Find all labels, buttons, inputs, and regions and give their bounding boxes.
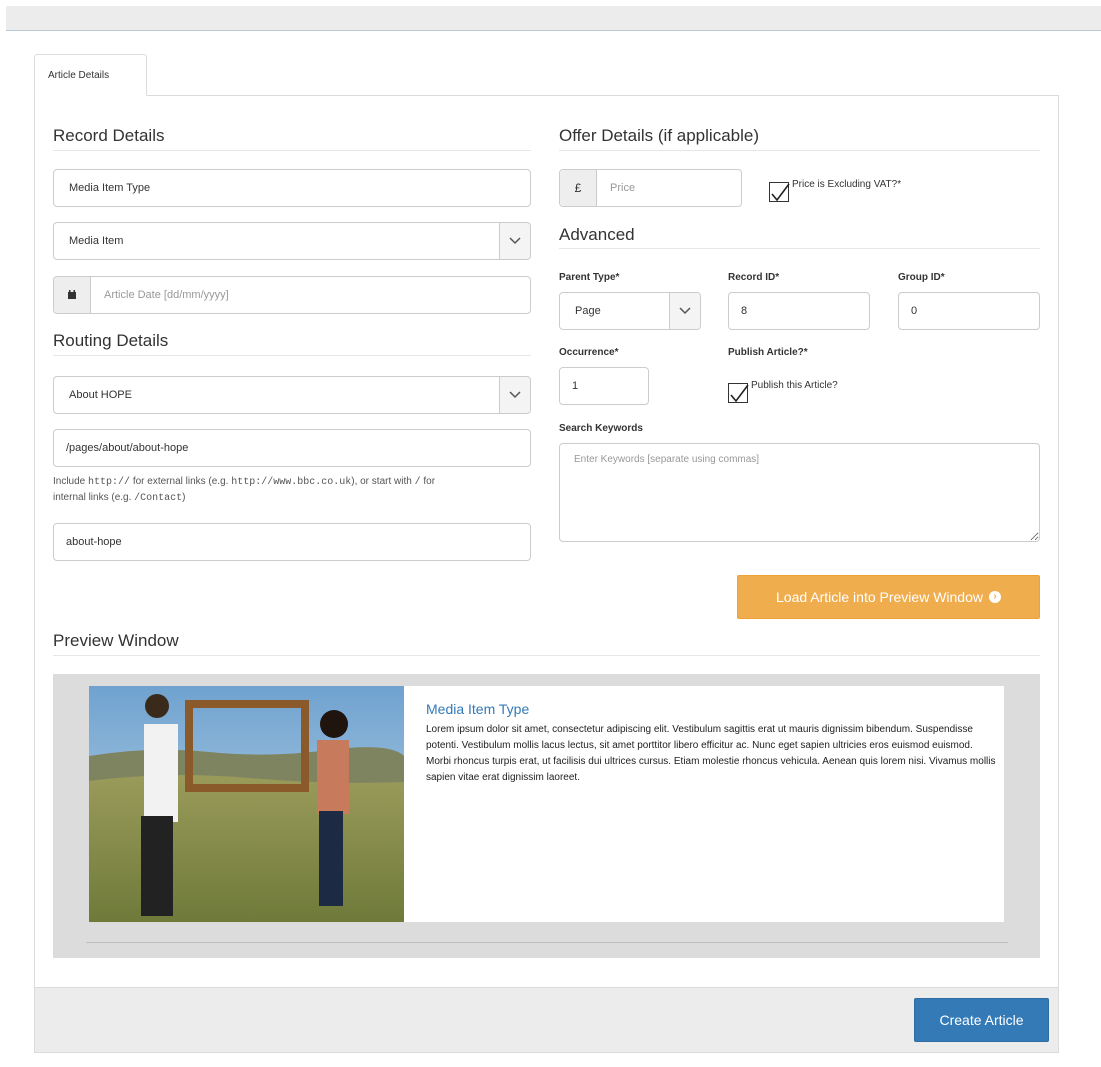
chevron-down-icon[interactable]	[499, 223, 530, 259]
publish-label: Publish Article?*	[728, 347, 808, 358]
chevron-down-icon[interactable]	[499, 377, 530, 413]
parent-type-select[interactable]: Page	[559, 292, 701, 330]
chevron-down-icon[interactable]	[669, 293, 700, 329]
media-item-type-value: Media Item Type	[69, 182, 151, 194]
occurrence-value: 1	[572, 380, 579, 392]
info-icon: ›	[989, 591, 1001, 603]
help-text: )	[182, 492, 186, 503]
currency-addon: £	[560, 170, 597, 206]
slug-input[interactable]: about-hope	[53, 523, 531, 561]
keywords-label: Search Keywords	[559, 423, 643, 434]
occurrence-label: Occurrence*	[559, 347, 619, 358]
keywords-textarea[interactable]	[559, 443, 1040, 542]
divider	[559, 150, 1040, 151]
tab-article-details[interactable]: Article Details	[34, 54, 147, 96]
preview-heading: Preview Window	[53, 631, 179, 650]
preview-image	[89, 686, 404, 922]
help-text: for external links (e.g.	[130, 476, 232, 487]
url-value: /pages/about/about-hope	[66, 442, 189, 454]
publish-checkbox[interactable]	[728, 383, 749, 403]
group-id-value: 0	[911, 305, 918, 317]
group-id-label: Group ID*	[898, 272, 945, 283]
calendar-icon	[54, 277, 91, 313]
record-id-label: Record ID*	[728, 272, 780, 283]
help-text: Include	[53, 476, 89, 487]
help-code: http://www.bbc.co.uk	[231, 477, 352, 488]
media-item-type-input[interactable]: Media Item Type	[53, 169, 531, 207]
load-preview-button[interactable]: Load Article into Preview Window ›	[737, 575, 1040, 619]
routing-details-heading: Routing Details	[53, 331, 169, 350]
vat-checkbox[interactable]	[769, 182, 790, 202]
article-date-placeholder: Article Date [dd/mm/yyyy]	[104, 289, 229, 301]
article-date-input[interactable]: Article Date [dd/mm/yyyy]	[53, 276, 531, 314]
divider	[53, 355, 531, 356]
parent-type-value: Page	[575, 305, 601, 317]
publish-checkbox-label: Publish this Article?	[751, 380, 838, 391]
offer-details-heading: Offer Details (if applicable)	[559, 126, 759, 145]
help-code: /Contact	[134, 493, 183, 504]
record-id-value: 8	[741, 305, 748, 317]
url-input[interactable]: /pages/about/about-hope	[53, 429, 531, 467]
media-item-select[interactable]: Media Item	[53, 222, 531, 260]
record-details-heading: Record Details	[53, 126, 165, 145]
slug-value: about-hope	[66, 536, 122, 548]
url-help-text: Include http:// for external links (e.g.…	[53, 474, 533, 506]
price-placeholder: Price	[610, 182, 636, 194]
preview-divider	[86, 942, 1008, 943]
page-select[interactable]: About HOPE	[53, 376, 531, 414]
load-preview-label: Load Article into Preview Window	[776, 589, 983, 605]
check-icon	[730, 384, 749, 403]
parent-type-label: Parent Type*	[559, 272, 620, 283]
group-id-input[interactable]: 0	[898, 292, 1040, 330]
top-bar	[6, 6, 1101, 31]
price-input[interactable]: £ Price	[559, 169, 742, 207]
preview-body: Lorem ipsum dolor sit amet, consectetur …	[426, 724, 996, 783]
preview-title: Media Item Type	[426, 701, 530, 717]
media-item-select-value: Media Item	[69, 235, 124, 247]
check-icon	[771, 183, 790, 202]
help-text: for	[420, 476, 436, 487]
vat-checkbox-label: Price is Excluding VAT?*	[792, 179, 902, 190]
divider	[559, 248, 1040, 249]
occurrence-input[interactable]: 1	[559, 367, 649, 405]
create-article-button[interactable]: Create Article	[914, 998, 1049, 1042]
help-text: ), or start with	[351, 476, 415, 487]
help-code: http://	[88, 477, 131, 488]
divider	[53, 150, 531, 151]
divider	[53, 655, 1040, 656]
page-select-value: About HOPE	[69, 389, 132, 401]
advanced-heading: Advanced	[559, 225, 635, 244]
record-id-input[interactable]: 8	[728, 292, 870, 330]
footer-bar	[34, 987, 1059, 1053]
help-text: internal links (e.g.	[53, 492, 135, 503]
